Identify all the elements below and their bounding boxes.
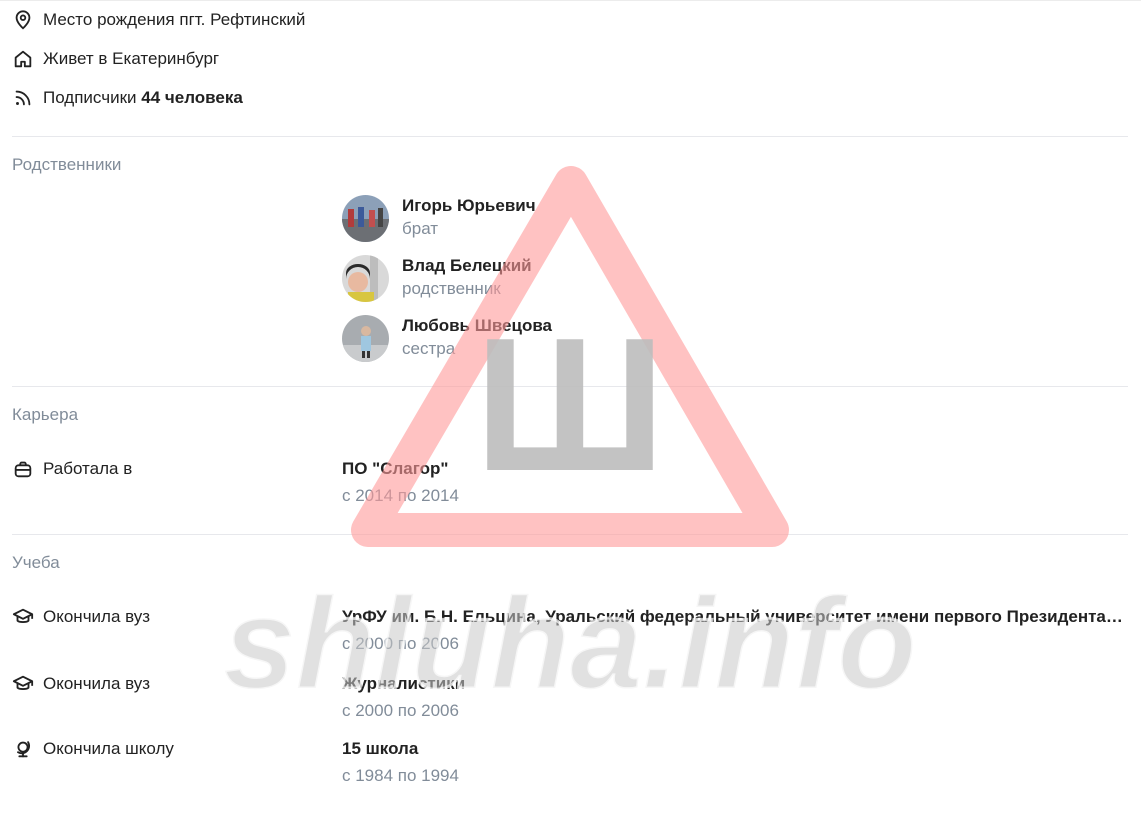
education-label-row: Окончила вуз xyxy=(12,605,150,629)
lives-in-row: Живет в Екатеринбург xyxy=(12,47,219,71)
birthplace-text: Место рождения пгт. Рефтинский xyxy=(43,10,306,29)
relative-name[interactable]: Влад Белецкий xyxy=(402,255,532,277)
education-label: Окончила школу xyxy=(43,739,174,758)
home-icon xyxy=(12,48,34,70)
career-section-title: Карьера xyxy=(12,405,79,424)
divider xyxy=(12,534,1128,535)
school-name[interactable]: 15 школа xyxy=(342,738,1127,760)
relative-name[interactable]: Любовь Швецова xyxy=(402,315,552,337)
avatar[interactable] xyxy=(342,314,389,362)
education-value: УрФУ им. Б.Н. Ельцина, Уральский федерал… xyxy=(342,606,1127,656)
lives-in-text[interactable]: Живет в Екатеринбург xyxy=(43,49,219,69)
rss-icon xyxy=(12,87,34,109)
career-value: ПО "Слагор" с 2014 по 2014 xyxy=(342,458,1127,508)
relative-item[interactable]: Влад Белецкий родственник xyxy=(342,254,532,302)
relatives-section-title: Родственники xyxy=(12,155,122,174)
globe-icon xyxy=(12,738,34,760)
faculty-name[interactable]: Журналистики xyxy=(342,673,1127,695)
profile-details-page: Место рождения пгт. Рефтинский Живет в Е… xyxy=(0,0,1141,819)
briefcase-icon xyxy=(12,458,34,480)
education-label: Окончила вуз xyxy=(43,674,151,693)
relative-role: брат xyxy=(402,219,439,238)
avatar[interactable] xyxy=(342,254,389,302)
relative-item[interactable]: Любовь Швецова сестра xyxy=(342,314,552,362)
education-value: 15 школа с 1984 по 1994 xyxy=(342,738,1127,788)
divider xyxy=(12,386,1128,387)
education-period: с 2000 по 2006 xyxy=(342,701,459,720)
education-period: с 2000 по 2006 xyxy=(342,634,459,653)
education-label: Окончила вуз xyxy=(43,607,151,626)
followers-count[interactable]: 44 человека xyxy=(141,88,243,108)
career-label: Работала в xyxy=(43,459,133,478)
relative-item[interactable]: Игорь Юрьевич брат xyxy=(342,194,536,242)
relative-role: родственник xyxy=(402,279,501,298)
graduation-cap-icon xyxy=(12,606,34,628)
avatar[interactable] xyxy=(342,194,389,242)
followers-row[interactable]: Подписчики 44 человека xyxy=(12,86,243,110)
divider xyxy=(12,136,1128,137)
graduation-cap-icon xyxy=(12,673,34,695)
education-period: с 1984 по 1994 xyxy=(342,766,459,785)
career-period: с 2014 по 2014 xyxy=(342,486,459,505)
university-name[interactable]: УрФУ им. Б.Н. Ельцина, Уральский федерал… xyxy=(342,606,1127,628)
birthplace-row: Место рождения пгт. Рефтинский xyxy=(12,8,305,32)
relative-name[interactable]: Игорь Юрьевич xyxy=(402,195,536,217)
company-name[interactable]: ПО "Слагор" xyxy=(342,458,1127,480)
education-label-row: Окончила школу xyxy=(12,737,174,761)
career-label-row: Работала в xyxy=(12,457,132,481)
education-label-row: Окончила вуз xyxy=(12,672,150,696)
top-border xyxy=(0,0,1141,1)
education-section-title: Учеба xyxy=(12,553,60,572)
relative-role: сестра xyxy=(402,339,456,358)
location-pin-icon xyxy=(12,9,34,31)
education-value: Журналистики с 2000 по 2006 xyxy=(342,673,1127,723)
followers-label: Подписчики xyxy=(43,88,137,107)
